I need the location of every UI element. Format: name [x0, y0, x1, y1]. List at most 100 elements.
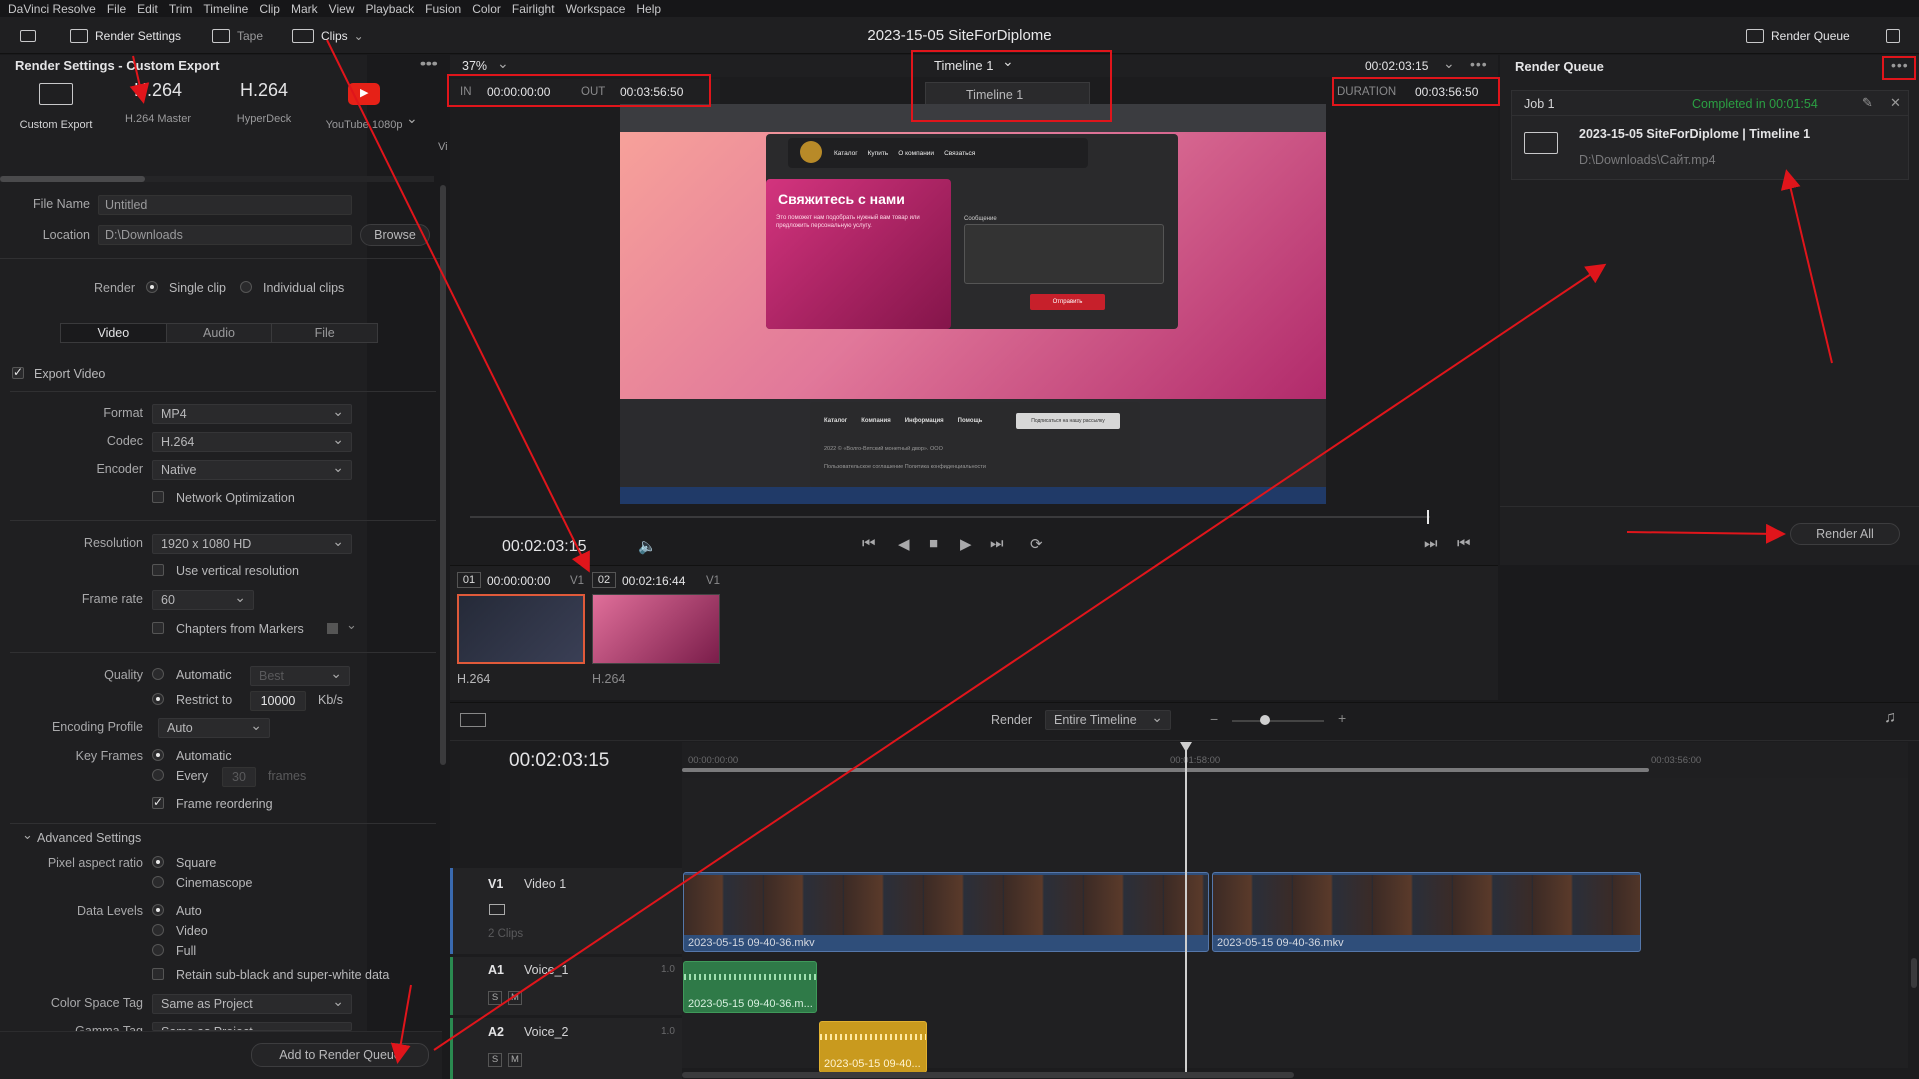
- frame-rate-dropdown[interactable]: 60: [152, 588, 254, 610]
- zoom-slider-handle[interactable]: [1260, 715, 1270, 725]
- viewer-scrubber[interactable]: [470, 516, 1430, 518]
- timeline-view-icon[interactable]: [460, 713, 486, 727]
- render-all-button[interactable]: Render All: [1790, 523, 1900, 545]
- menu-playback[interactable]: Playback: [365, 2, 414, 16]
- mute-button[interactable]: M: [508, 1053, 522, 1067]
- preset-custom-export[interactable]: Custom Export: [10, 80, 102, 131]
- file-name-input[interactable]: Untitled: [98, 195, 352, 215]
- bitrate-input[interactable]: 10000: [250, 691, 306, 711]
- render-settings-button[interactable]: Render Settings: [70, 17, 181, 54]
- menu-view[interactable]: View: [329, 2, 355, 16]
- zoom-dropdown[interactable]: 37%: [462, 59, 487, 73]
- play-reverse-icon[interactable]: ◀: [898, 535, 910, 553]
- go-to-start-icon[interactable]: ⏮: [862, 535, 876, 552]
- close-icon[interactable]: ✕: [1890, 95, 1901, 111]
- next-frame-icon[interactable]: ⏭: [1424, 535, 1438, 552]
- format-dropdown[interactable]: MP4: [152, 402, 352, 424]
- data-levels-full-radio[interactable]: [152, 944, 164, 956]
- timeline-playhead[interactable]: [1185, 742, 1187, 1072]
- audio-meter-icon[interactable]: ♫: [1884, 709, 1896, 727]
- menu-timeline[interactable]: Timeline: [203, 2, 248, 16]
- menu-color[interactable]: Color: [472, 2, 501, 16]
- vertical-resolution-checkbox[interactable]: [152, 564, 164, 576]
- expand-icon[interactable]: [1886, 17, 1900, 54]
- clip-thumbnail-1[interactable]: [457, 594, 585, 664]
- tab-file[interactable]: File: [272, 324, 377, 342]
- chevron-down-icon[interactable]: ⌄: [406, 110, 418, 127]
- data-levels-auto-radio[interactable]: [152, 904, 164, 916]
- clips-button[interactable]: Clips ⌄: [292, 17, 364, 54]
- go-to-end-icon[interactable]: ⏭: [990, 535, 1004, 552]
- menu-file[interactable]: File: [107, 2, 126, 16]
- square-radio[interactable]: [152, 856, 164, 868]
- video-clip-2[interactable]: 2023-05-15 09-40-36.mkv: [1212, 872, 1641, 952]
- audio-clip-2[interactable]: 2023-05-15 09-40...: [819, 1021, 927, 1073]
- network-optimization-checkbox[interactable]: [152, 491, 164, 503]
- preset-h264-master[interactable]: H.264 H.264 Master: [112, 80, 204, 130]
- menu-help[interactable]: Help: [636, 2, 661, 16]
- location-input[interactable]: D:\Downloads: [98, 225, 352, 245]
- track-name[interactable]: Voice_2: [524, 1025, 568, 1039]
- zoom-in-icon[interactable]: +: [1338, 710, 1346, 726]
- keyframes-every-radio[interactable]: [152, 769, 164, 781]
- encoder-dropdown[interactable]: Native: [152, 458, 352, 480]
- quality-automatic-radio[interactable]: [152, 668, 164, 680]
- viewer-options-icon[interactable]: •••: [1470, 56, 1488, 72]
- individual-clips-radio[interactable]: [240, 281, 252, 293]
- marker-color-icon[interactable]: [327, 623, 338, 634]
- play-icon[interactable]: ▶: [960, 535, 972, 553]
- timeline-vscroll[interactable]: [1911, 958, 1917, 988]
- restrict-to-radio[interactable]: [152, 693, 164, 705]
- settings-scrollbar[interactable]: [440, 185, 446, 765]
- chevron-down-icon[interactable]: ⌄: [22, 827, 33, 843]
- tab-audio[interactable]: Audio: [167, 324, 273, 342]
- menu-edit[interactable]: Edit: [137, 2, 158, 16]
- audio-clip-1[interactable]: 2023-05-15 09-40-36.m...: [683, 961, 817, 1013]
- browse-button[interactable]: Browse: [360, 224, 430, 246]
- menu-app[interactable]: DaVinci Resolve: [8, 2, 96, 16]
- export-video-checkbox[interactable]: [12, 365, 24, 379]
- solo-button[interactable]: S: [488, 1053, 502, 1067]
- track-name[interactable]: Voice_1: [524, 963, 568, 977]
- stop-icon[interactable]: ■: [929, 535, 938, 552]
- loop-icon[interactable]: ⟳: [1030, 535, 1043, 553]
- solo-button[interactable]: S: [488, 991, 502, 1005]
- menu-workspace[interactable]: Workspace: [566, 2, 626, 16]
- frame-reordering-checkbox[interactable]: [152, 795, 164, 809]
- render-job-card[interactable]: Job 1 Completed in 00:01:54 ✎ ✕ 2023-15-…: [1511, 90, 1909, 180]
- zoom-out-icon[interactable]: −: [1210, 711, 1218, 727]
- menu-trim[interactable]: Trim: [169, 2, 193, 16]
- timeline-scrollbar[interactable]: [682, 1072, 1294, 1078]
- color-space-dropdown[interactable]: Same as Project: [152, 992, 352, 1014]
- track-name[interactable]: Video 1: [524, 877, 566, 891]
- timeline-range-bar[interactable]: [682, 768, 1649, 772]
- codec-dropdown[interactable]: H.264: [152, 430, 352, 452]
- viewer-playhead[interactable]: [1427, 510, 1429, 524]
- resolution-dropdown[interactable]: 1920 x 1080 HD: [152, 532, 352, 554]
- preset-youtube-1080p[interactable]: ▶ YouTube 1080p: [318, 80, 410, 131]
- prev-frame-icon[interactable]: ⏮: [1457, 535, 1471, 552]
- mute-button[interactable]: M: [508, 991, 522, 1005]
- timeline-ruler[interactable]: [682, 742, 1908, 778]
- preset-hyperdeck[interactable]: H.264 HyperDeck: [218, 80, 310, 130]
- chapters-checkbox[interactable]: [152, 622, 164, 634]
- single-clip-radio[interactable]: [146, 281, 158, 293]
- menu-mark[interactable]: Mark: [291, 2, 318, 16]
- data-levels-video-radio[interactable]: [152, 924, 164, 936]
- encoding-profile-dropdown[interactable]: Auto: [158, 716, 270, 738]
- render-settings-options-icon[interactable]: •••: [420, 55, 438, 71]
- advanced-settings-toggle[interactable]: Advanced Settings: [37, 831, 141, 845]
- gamma-dropdown[interactable]: Same as Project: [152, 1022, 352, 1031]
- chevron-down-icon[interactable]: ⌄: [1443, 55, 1455, 72]
- quality-best-dropdown[interactable]: Best: [250, 664, 350, 686]
- retain-checkbox[interactable]: [152, 968, 164, 980]
- video-clip-1[interactable]: 2023-05-15 09-40-36.mkv: [683, 872, 1209, 952]
- zoom-slider[interactable]: [1232, 720, 1324, 722]
- menu-fairlight[interactable]: Fairlight: [512, 2, 555, 16]
- tape-button[interactable]: Tape: [212, 17, 263, 54]
- render-queue-toggle[interactable]: Render Queue: [1746, 17, 1850, 54]
- add-to-render-queue-button[interactable]: Add to Render Queue: [251, 1043, 429, 1067]
- keyframes-every-input[interactable]: 30: [222, 767, 256, 787]
- tab-video[interactable]: Video: [61, 324, 167, 342]
- preset-scrollbar[interactable]: [0, 176, 434, 182]
